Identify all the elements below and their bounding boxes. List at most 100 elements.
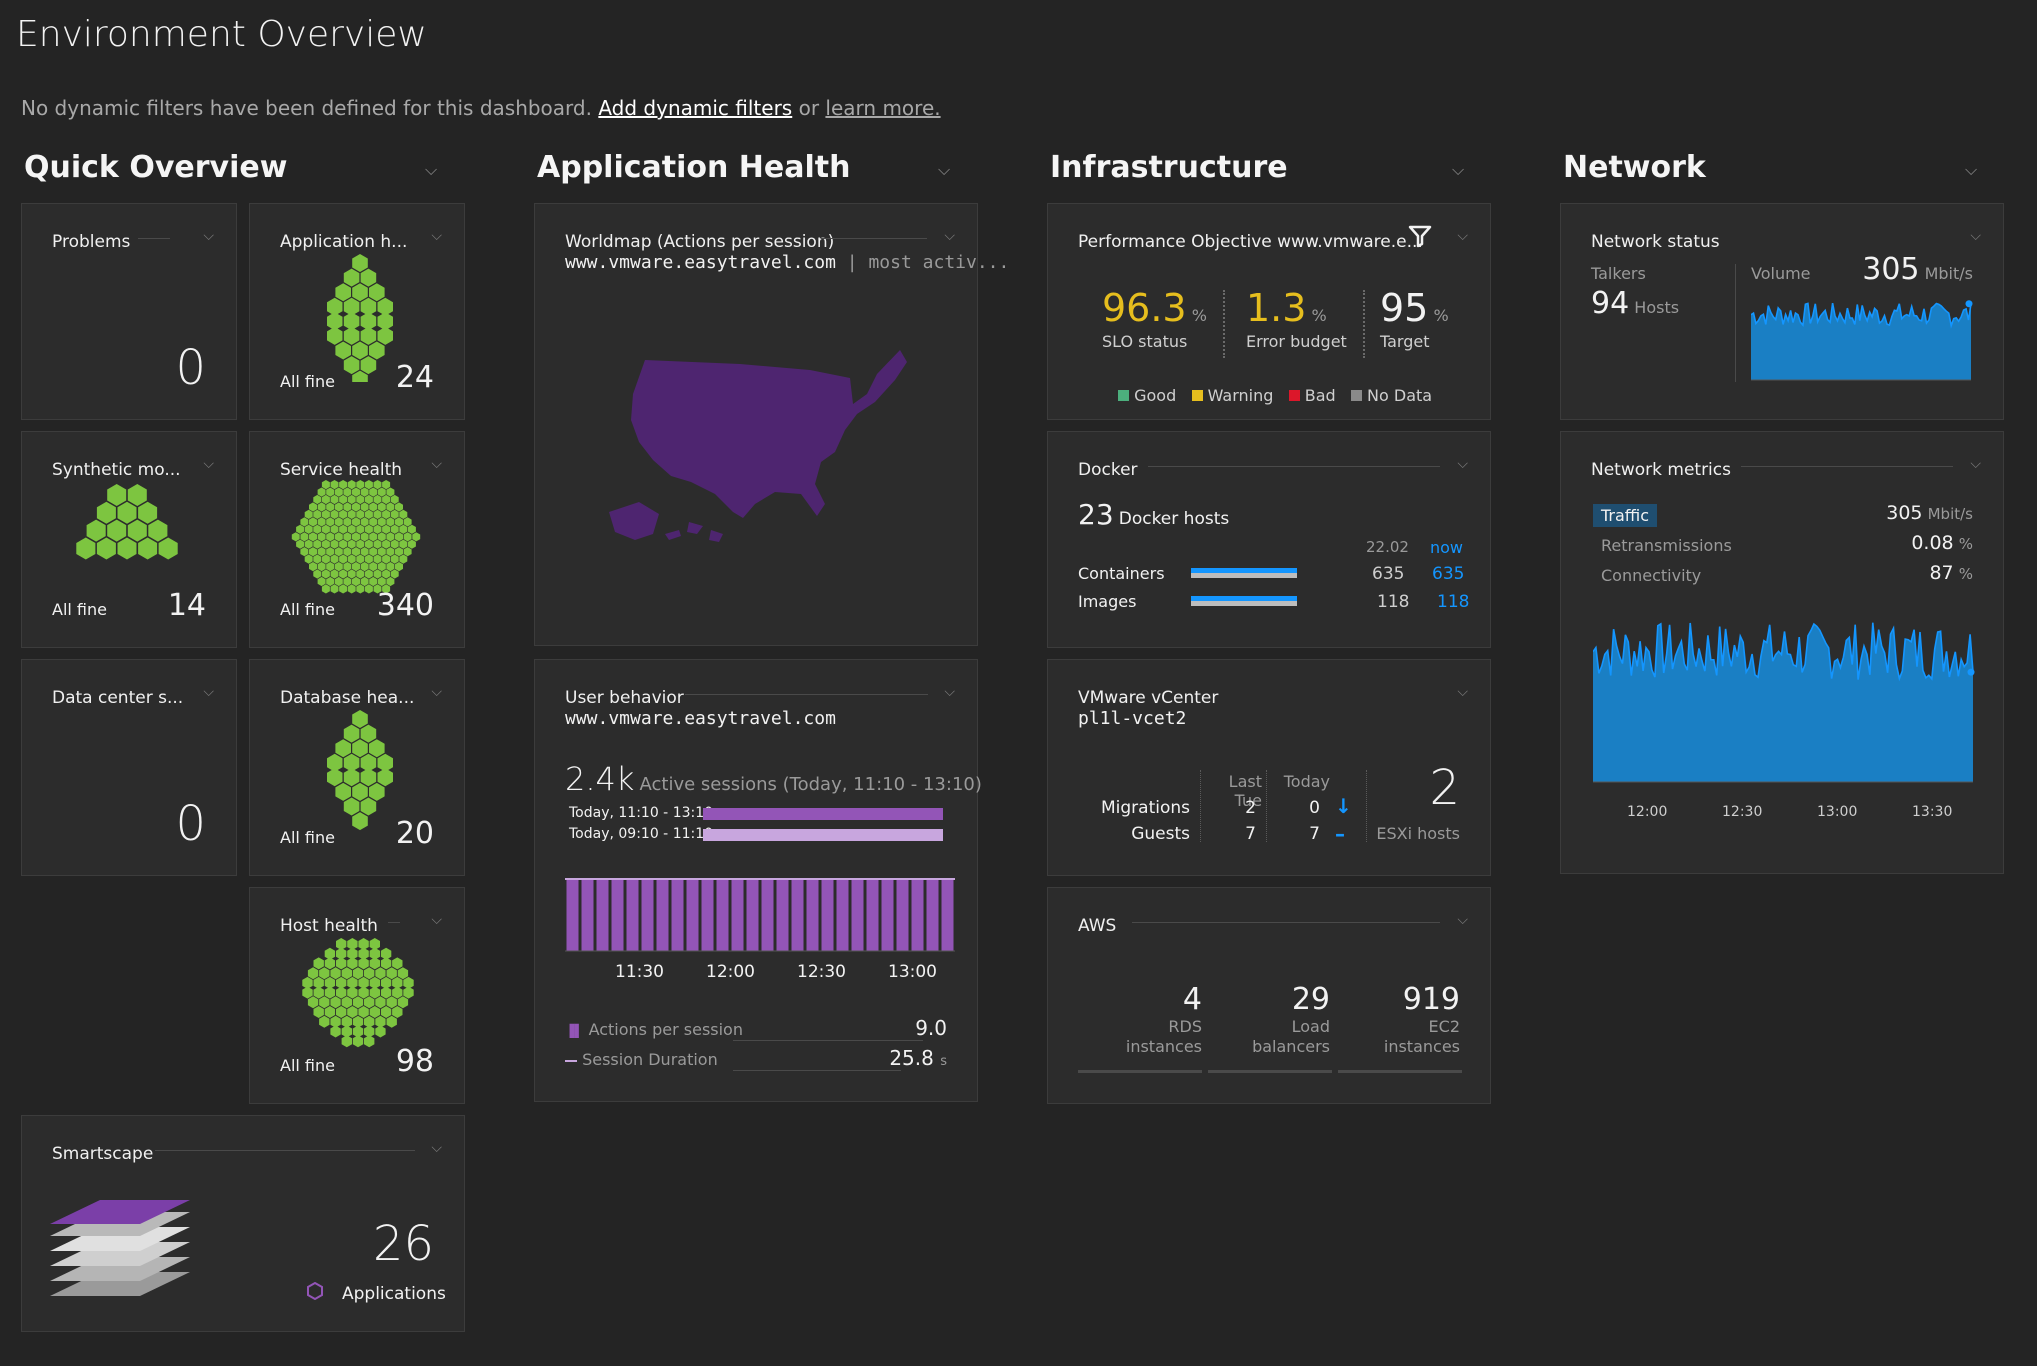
hexagon-icon — [326, 547, 335, 557]
hexagon-icon — [309, 532, 317, 542]
hexagon-icon — [352, 782, 368, 801]
session-bar — [731, 880, 744, 951]
add-dynamic-filters-link[interactable]: Add dynamic filters — [598, 96, 792, 120]
chevron-down-icon[interactable]: ⌵ — [1965, 160, 1977, 180]
hexagon-icon — [317, 532, 326, 542]
chevron-down-icon[interactable]: ⌵ — [203, 684, 214, 700]
hexagon-icon — [343, 576, 352, 587]
vmware-vcenter-tile[interactable]: VMware vCenter ⌵ pl1l-vcet2 Last Tue Tod… — [1047, 659, 1491, 876]
session-duration-unit: s — [940, 1054, 947, 1069]
database-health-tile[interactable]: Database hea... ⌵ All fine 20 — [249, 659, 465, 876]
chevron-down-icon[interactable]: ⌵ — [431, 912, 442, 928]
hexagon-icon — [317, 487, 326, 497]
chevron-down-icon[interactable]: ⌵ — [431, 228, 442, 244]
user-behavior-tile[interactable]: User behavior ⌵ www.vmware.easytravel.co… — [534, 659, 982, 1102]
hexagon-icon — [313, 509, 322, 519]
actions-per-session-label: Actions per session — [588, 1020, 743, 1039]
hexagon-icon — [313, 524, 322, 534]
hexagon-icon — [330, 524, 339, 534]
hexagon-icon — [392, 957, 403, 970]
hexagon-icon — [382, 524, 391, 534]
worldmap-filter: most activ... — [868, 252, 1010, 273]
x-tick: 13:00 — [1817, 804, 1858, 820]
chevron-down-icon[interactable]: ⌵ — [938, 160, 950, 180]
chevron-down-icon[interactable]: ⌵ — [1457, 912, 1468, 928]
hexagon-icon — [356, 509, 365, 519]
session-bar — [821, 880, 834, 951]
chevron-down-icon[interactable]: ⌵ — [1457, 228, 1468, 244]
connectivity-metric[interactable]: Connectivity — [1601, 566, 1701, 585]
hexagon-icon — [369, 502, 378, 512]
hexagon-icon — [339, 524, 348, 534]
application-health-tile[interactable]: Application h... ⌵ All fine 24 — [249, 203, 465, 420]
hexagon-icon — [392, 986, 403, 999]
chevron-down-icon[interactable]: ⌵ — [1457, 456, 1468, 472]
smartscape-tile[interactable]: Smartscape ⌵ 26 Applications — [21, 1115, 465, 1332]
chevron-down-icon[interactable]: ⌵ — [203, 456, 214, 472]
filter-icon[interactable] — [1408, 224, 1432, 248]
chevron-down-icon[interactable]: ⌵ — [203, 228, 214, 244]
hexagon-icon — [321, 509, 330, 519]
hexagon-icon — [377, 532, 386, 542]
chevron-down-icon[interactable]: ⌵ — [944, 684, 955, 700]
hexagon-icon — [335, 739, 351, 758]
chevron-down-icon[interactable]: ⌵ — [1970, 228, 1981, 244]
hexagon-icon — [138, 501, 158, 524]
guests-label: Guests — [1131, 824, 1190, 844]
chevron-down-icon[interactable]: ⌵ — [1970, 456, 1981, 472]
worldmap-tile[interactable]: Worldmap (Actions per session) ⌵ www.vmw… — [534, 203, 1009, 646]
hexagon-icon — [352, 547, 360, 557]
ec2-label-2: instances — [1383, 1037, 1460, 1056]
active-sessions-value: 2.4k — [565, 760, 635, 798]
traffic-metric-tab[interactable]: Traffic — [1593, 504, 1658, 527]
database-count: 20 — [395, 816, 434, 851]
aws-tile[interactable]: AWS ⌵ 4 RDS instances 29 Load balancers … — [1047, 887, 1491, 1104]
performance-objective-tile[interactable]: Performance Objective www.vmware.e... ⌵ … — [1047, 203, 1491, 420]
service-health-tile[interactable]: Service health ⌵ All fine 340 — [249, 431, 465, 648]
network-status-tile[interactable]: Network status ⌵ Talkers 94 Hosts Volume… — [1560, 203, 2004, 420]
tile-title: Network metrics — [1591, 460, 1731, 480]
hexagon-icon — [356, 569, 365, 579]
ec2-label-1: EC2 — [1428, 1017, 1460, 1036]
volume-sparkline[interactable] — [1751, 296, 1973, 382]
hexagon-icon — [96, 501, 116, 524]
data-center-tile[interactable]: Data center s... ⌵ 0 — [21, 659, 237, 876]
chevron-down-icon[interactable]: ⌵ — [1457, 684, 1468, 700]
hexagon-icon — [307, 996, 319, 1009]
usa-map[interactable] — [595, 344, 935, 564]
network-metrics-tile[interactable]: Network metrics ⌵ Traffic 305 Mbit/s Ret… — [1560, 431, 2004, 874]
hexagon-icon — [334, 487, 343, 497]
traffic-area-chart[interactable] — [1593, 612, 1979, 784]
last-value-marker — [1965, 300, 1973, 308]
hexagon-icon — [300, 547, 309, 557]
hexagon-icon — [377, 547, 386, 557]
hexagon-icon — [343, 268, 360, 287]
hexagon-icon — [360, 268, 377, 287]
session-bar — [596, 880, 609, 951]
hexagon-icon — [76, 537, 96, 560]
chevron-down-icon[interactable]: ⌵ — [431, 684, 442, 700]
docker-tile[interactable]: Docker ⌵ 23 Docker hosts 22.02 now Conta… — [1047, 431, 1491, 648]
aws-rds[interactable]: 4 RDS instances — [1078, 982, 1202, 1057]
hexagon-cluster-icon — [76, 484, 178, 560]
hexagon-icon — [317, 517, 326, 527]
hexagon-icon — [339, 480, 348, 490]
chevron-down-icon[interactable]: ⌵ — [431, 456, 442, 472]
hexagon-icon — [334, 532, 343, 542]
retransmissions-metric[interactable]: Retransmissions — [1601, 536, 1732, 555]
synthetic-monitors-tile[interactable]: Synthetic mo... ⌵ All fine 14 — [21, 431, 237, 648]
chevron-down-icon[interactable]: ⌵ — [1452, 160, 1464, 180]
aws-load-balancers[interactable]: 29 Load balancers — [1206, 982, 1330, 1057]
host-health-tile[interactable]: Host health ⌵ All fine 98 — [249, 887, 465, 1104]
chevron-down-icon[interactable]: ⌵ — [431, 1140, 442, 1156]
error-budget-value: 1.3 — [1246, 286, 1307, 330]
hexagon-icon — [364, 569, 373, 579]
hexagon-icon — [335, 341, 351, 360]
learn-more-link[interactable]: learn more. — [825, 96, 940, 120]
page-title: Environment Overview — [16, 14, 427, 55]
aws-ec2[interactable]: 919 EC2 instances — [1336, 982, 1460, 1057]
problems-tile[interactable]: Problems ⌵ 0 — [21, 203, 237, 420]
chevron-down-icon[interactable]: ⌵ — [944, 228, 955, 244]
hexagon-icon — [347, 1006, 358, 1018]
chevron-down-icon[interactable]: ⌵ — [425, 160, 437, 180]
